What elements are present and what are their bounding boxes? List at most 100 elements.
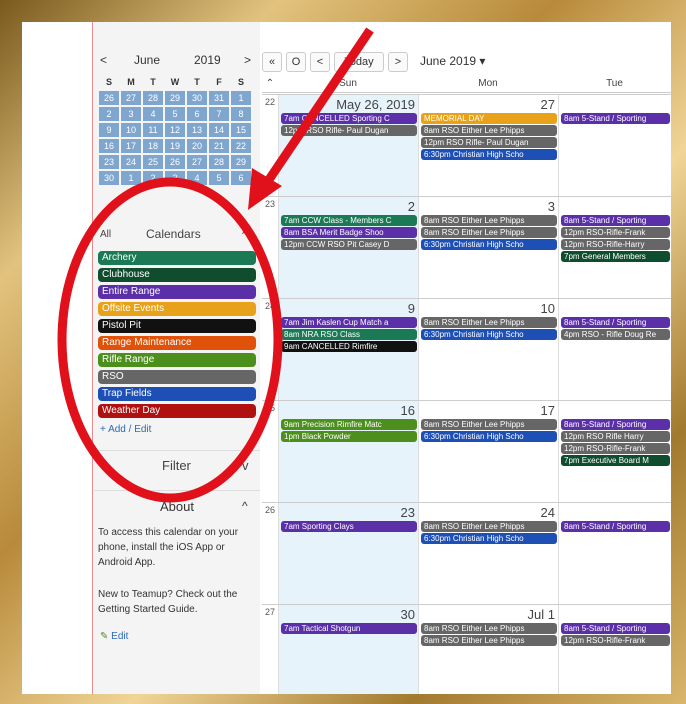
event[interactable]: 7am Tactical Shotgun [281,623,417,634]
mini-day[interactable]: 25 [143,155,163,169]
edit-link[interactable]: ✎ Edit [100,631,128,642]
mini-day[interactable]: 13 [187,123,207,137]
event[interactable]: 7pm Executive Board M [561,455,670,466]
mini-day[interactable]: 24 [121,155,141,169]
day-cell[interactable]: 8am 5-Stand / Sporting 12pm RSO Rifle Har… [558,401,671,503]
mini-day[interactable]: 1 [121,171,141,185]
next-button[interactable]: > [388,52,408,72]
event[interactable]: 12pm CCW RSO Pit Casey D [281,239,417,250]
mini-day[interactable]: 3 [165,171,185,185]
mini-day[interactable]: 3 [121,107,141,121]
event[interactable]: 7am Sporting Clays [281,521,417,532]
mini-day[interactable]: 16 [99,139,119,153]
mini-day[interactable]: 15 [231,123,251,137]
mini-day[interactable]: 29 [165,91,185,105]
mini-day[interactable]: 20 [187,139,207,153]
event[interactable]: 8am 5-Stand / Sporting [561,521,670,532]
mini-day[interactable]: 10 [121,123,141,137]
event[interactable]: 8am 5-Stand / Sporting [561,419,670,430]
calendar-item[interactable]: Offsite Events [98,302,256,316]
mini-day[interactable]: 21 [209,139,229,153]
event[interactable]: 6:30pm Christian High Scho [421,533,557,544]
day-cell[interactable]: 9 7am Jim Kaslen Cup Match a 8am NRA RSO C… [278,299,419,401]
filter-section[interactable]: Filter v [94,450,260,481]
event[interactable]: 8am RSO Either Lee Phipps [421,215,557,226]
event[interactable]: 1pm Black Powder [281,431,417,442]
mini-day[interactable]: 4 [143,107,163,121]
day-cell[interactable]: Jul 1 8am RSO Either Lee Phipps 8am RSO Ei… [418,605,559,694]
event[interactable]: 8am RSO Either Lee Phipps [421,635,557,646]
event[interactable]: 9am CANCELLED Rimfire [281,341,417,352]
event[interactable]: 8am 5-Stand / Sporting [561,113,670,124]
calendar-item[interactable]: Rifle Range [98,353,256,367]
day-cell[interactable]: 8am 5-Stand / Sporting 4pm RSO - Rifle Do… [558,299,671,401]
mini-day[interactable]: 5 [165,107,185,121]
today-button[interactable]: Today [334,52,384,72]
mini-day[interactable]: 2 [99,107,119,121]
event[interactable]: 7pm General Members [561,251,670,262]
day-cell[interactable]: 8am 5-Stand / Sporting [558,95,671,197]
day-cell[interactable]: 30 7am Tactical Shotgun [278,605,419,694]
mini-day[interactable]: 28 [209,155,229,169]
mini-day[interactable]: 2 [143,171,163,185]
event[interactable]: 7am Jim Kaslen Cup Match a [281,317,417,328]
chevron-down-icon[interactable]: v [242,458,249,473]
mini-next-button[interactable]: > [244,53,251,67]
mini-day[interactable]: 30 [99,171,119,185]
prev-button[interactable]: < [310,52,330,72]
event[interactable]: 8am BSA Merit Badge Shoo [281,227,417,238]
mini-prev-button[interactable]: < [100,53,107,67]
day-cell[interactable]: 3 8am RSO Either Lee Phipps 8am RSO Either… [418,197,559,299]
day-cell[interactable]: 23 7am Sporting Clays [278,503,419,605]
mini-day[interactable]: 11 [143,123,163,137]
mini-day[interactable]: 31 [209,91,229,105]
event[interactable]: 12pm RSO-Rifle-Harry [561,239,670,250]
event[interactable]: 6:30pm Christian High Scho [421,239,557,250]
mini-day[interactable]: 19 [165,139,185,153]
mini-day[interactable]: 17 [121,139,141,153]
mini-day[interactable]: 6 [187,107,207,121]
event[interactable]: 8am 5-Stand / Sporting [561,317,670,328]
event[interactable]: 8am RSO Either Lee Phipps [421,125,557,136]
mini-day[interactable]: 27 [187,155,207,169]
mini-day[interactable]: 26 [165,155,185,169]
first-button[interactable]: « [262,52,282,72]
event[interactable]: 12pm RSO-Rifle-Frank [561,227,670,238]
event[interactable]: 12pm RSO Rifle- Paul Dugan [281,125,417,136]
day-cell[interactable]: 27 MEMORIAL DAY 8am RSO Either Lee Phipps 1… [418,95,559,197]
event[interactable]: 8am RSO Either Lee Phipps [421,419,557,430]
range-dropdown[interactable]: June 2019 ▾ [420,54,485,68]
event[interactable]: 8am 5-Stand / Sporting [561,623,670,634]
event[interactable]: 8am RSO Either Lee Phipps [421,623,557,634]
mini-day[interactable]: 22 [231,139,251,153]
day-cell[interactable]: 16 9am Precision Rimfire Matc 1pm Black Po… [278,401,419,503]
calendar-item[interactable]: Pistol Pit [98,319,256,333]
mini-day[interactable]: 14 [209,123,229,137]
mini-day[interactable]: 27 [121,91,141,105]
event[interactable]: 6:30pm Christian High Scho [421,329,557,340]
mini-day[interactable]: 7 [209,107,229,121]
collapse-icon[interactable]: ⌃ [262,76,278,93]
calendar-item[interactable]: Trap Fields [98,387,256,401]
mini-year[interactable]: 2019 [194,53,221,67]
day-cell[interactable]: 10 8am RSO Either Lee Phipps 6:30pm Christ… [418,299,559,401]
event[interactable]: 9am Precision Rimfire Matc [281,419,417,430]
event[interactable]: 6:30pm Christian High Scho [421,431,557,442]
event[interactable]: 12pm RSO-Rifle-Frank [561,443,670,454]
calendar-item[interactable]: Range Maintenance [98,336,256,350]
calendar-item[interactable]: Clubhouse [98,268,256,282]
calendar-item[interactable]: RSO [98,370,256,384]
event[interactable]: 12pm RSO Rifle Harry [561,431,670,442]
day-cell[interactable]: May 26, 2019 7am CANCELLED Sporting C 12pm… [278,95,419,197]
calendar-item[interactable]: Weather Day [98,404,256,418]
event[interactable]: 7am CCW Class - Members C [281,215,417,226]
event[interactable]: 8am 5-Stand / Sporting [561,215,670,226]
day-cell[interactable]: 2 7am CCW Class - Members C 8am BSA Merit … [278,197,419,299]
event[interactable]: 12pm RSO Rifle- Paul Dugan [421,137,557,148]
chevron-up-icon[interactable]: ^ [242,227,248,241]
day-cell[interactable]: 8am 5-Stand / Sporting 12pm RSO-Rifle-Fra… [558,605,671,694]
mini-day[interactable]: 29 [231,155,251,169]
event[interactable]: 8am NRA RSO Class [281,329,417,340]
mini-day[interactable]: 9 [99,123,119,137]
mini-day[interactable]: 28 [143,91,163,105]
